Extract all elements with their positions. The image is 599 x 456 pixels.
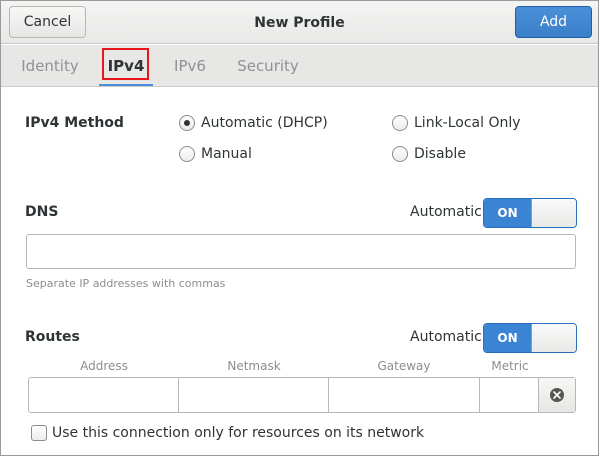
- active-tab-indicator: [99, 84, 153, 86]
- radio-unchecked-icon: [392, 115, 408, 131]
- cancel-button[interactable]: Cancel: [9, 6, 86, 38]
- tab-ipv6[interactable]: IPv6: [171, 45, 209, 87]
- new-profile-dialog: Cancel New Profile Add Identity IPv4 IPv…: [0, 0, 599, 456]
- tab-security[interactable]: Security: [237, 45, 299, 87]
- route-metric-input[interactable]: [480, 378, 539, 412]
- radio-label: Manual: [201, 146, 252, 162]
- tab-identity[interactable]: Identity: [21, 45, 79, 87]
- network-only-checkbox-row[interactable]: Use this connection only for resources o…: [31, 425, 424, 441]
- radio-manual[interactable]: Manual: [179, 146, 252, 162]
- dns-hint: Separate IP addresses with commas: [26, 277, 226, 290]
- tab-bar: Identity IPv4 IPv6 Security: [1, 45, 598, 87]
- column-header-netmask: Netmask: [227, 359, 281, 373]
- switch-on-label: ON: [484, 199, 531, 227]
- delete-route-button[interactable]: [539, 378, 575, 412]
- switch-knob: [531, 324, 576, 352]
- route-address-input[interactable]: [29, 378, 179, 412]
- dialog-title: New Profile: [254, 14, 345, 31]
- column-header-gateway: Gateway: [377, 359, 431, 373]
- network-only-label: Use this connection only for resources o…: [52, 425, 425, 441]
- route-row: [28, 377, 576, 413]
- radio-label: Disable: [414, 146, 466, 162]
- column-header-metric: Metric: [491, 359, 529, 373]
- routes-automatic-label: Automatic: [410, 329, 482, 345]
- route-netmask-input[interactable]: [179, 378, 329, 412]
- route-gateway-input[interactable]: [329, 378, 480, 412]
- radio-checked-icon: [179, 115, 195, 131]
- ipv4-tab-highlight-box: [102, 48, 149, 80]
- header-bar: Cancel New Profile Add: [1, 1, 598, 44]
- dns-automatic-label: Automatic: [410, 204, 482, 220]
- switch-on-label: ON: [484, 324, 531, 352]
- add-button[interactable]: Add: [515, 6, 592, 38]
- radio-unchecked-icon: [392, 146, 408, 162]
- routes-automatic-switch[interactable]: ON: [483, 323, 577, 353]
- radio-automatic-dhcp[interactable]: Automatic (DHCP): [179, 115, 328, 131]
- dns-automatic-switch[interactable]: ON: [483, 198, 577, 228]
- switch-knob: [531, 199, 576, 227]
- dns-label: DNS: [25, 204, 59, 220]
- clear-icon: [550, 388, 564, 402]
- radio-label: Link-Local Only: [414, 115, 521, 131]
- column-header-address: Address: [80, 359, 128, 373]
- checkbox-unchecked-icon[interactable]: [31, 425, 47, 441]
- radio-disable[interactable]: Disable: [392, 146, 466, 162]
- ipv4-method-label: IPv4 Method: [25, 115, 124, 131]
- radio-unchecked-icon: [179, 146, 195, 162]
- radio-label: Automatic (DHCP): [201, 115, 328, 131]
- radio-link-local-only[interactable]: Link-Local Only: [392, 115, 521, 131]
- routes-label: Routes: [25, 329, 80, 345]
- dns-input[interactable]: [26, 234, 576, 269]
